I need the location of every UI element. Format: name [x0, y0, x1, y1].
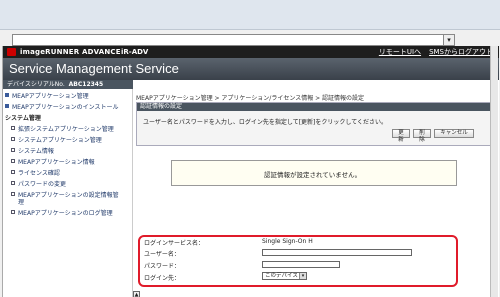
sidebar-item-system-info[interactable]: システム情報 [11, 146, 54, 155]
product-name: imageRUNNER ADVANCE [20, 48, 121, 56]
service-name-value: Single Sign-On H [262, 238, 313, 245]
model-name: iR-ADV [121, 48, 149, 56]
main-content: MEAPアプリケーション管理 > アプリケーション/ライセンス情報 > 認証情報… [133, 80, 499, 297]
bullet-icon [11, 192, 15, 196]
sidebar-section-label: システム管理 [5, 115, 41, 122]
back-to-top-icon[interactable]: ▲ [133, 291, 140, 297]
sidebar-item-system-app[interactable]: システムアプリケーション管理 [11, 135, 102, 144]
sidebar-item-label: システムアプリケーション管理 [18, 137, 102, 144]
bullet-icon [11, 170, 15, 174]
sidebar-item-label: MEAPアプリケーション管理 [12, 93, 89, 100]
browser-toolbar [0, 0, 500, 30]
password-label: パスワード： [144, 263, 181, 270]
bullet-icon [11, 137, 15, 141]
sidebar-item-meap-settings-cont[interactable]: 理 [18, 197, 24, 206]
auth-settings-panel: 認証情報の設定 ユーザー名とパスワードを入力し、ログイン先を指定して[更新]をク… [136, 102, 496, 146]
sidebar-item-label: MEAPアプリケーションの設定情報管 [18, 192, 119, 199]
update-button[interactable]: 更新 [392, 129, 410, 143]
device-serial-label: デバイスシリアルNo. [7, 81, 65, 88]
sidebar-item-meap-info[interactable]: MEAPアプリケーション情報 [11, 157, 95, 166]
sidebar-item-label: パスワードの変更 [18, 181, 67, 188]
login-dest-select[interactable]: このデバイス ▾ [262, 272, 307, 280]
sidebar-item-label: MEAPアプリケーションのログ管理 [18, 210, 113, 217]
sidebar-item-meap-log[interactable]: MEAPアプリケーションのログ管理 [11, 208, 113, 217]
bullet-icon [11, 159, 15, 163]
logout-link[interactable]: SMSからログアウト [429, 47, 493, 57]
chevron-down-icon: ▾ [299, 273, 306, 279]
remote-ui-link[interactable]: リモートUIへ [379, 47, 421, 57]
sidebar-item-label: システム情報 [18, 148, 54, 155]
username-label: ユーザー名： [144, 251, 180, 258]
username-field[interactable] [262, 249, 412, 256]
sidebar-item-label: MEAPアプリケーションのインストール [12, 104, 119, 111]
sidebar-section-system: システム管理 [5, 113, 41, 122]
sidebar-item-label: MEAPアプリケーション情報 [18, 159, 95, 166]
delete-button[interactable]: 削除 [413, 129, 431, 143]
service-header: Service Management Service [3, 58, 499, 80]
bullet-icon [5, 93, 9, 97]
notice-text: 認証情報が設定されていません。 [264, 171, 362, 179]
canon-logo-icon [7, 48, 16, 56]
device-serial-value: ABC12345 [68, 81, 104, 88]
sidebar: MEAPアプリケーション管理 MEAPアプリケーションのインストール システム管… [3, 89, 133, 297]
sidebar-item-meap-install[interactable]: MEAPアプリケーションのインストール [5, 102, 118, 111]
panel-title: 認証情報の設定 [137, 103, 495, 111]
login-dest-value: このデバイス [265, 273, 298, 279]
service-name-label: ログインサービス名： [144, 240, 205, 247]
address-bar[interactable] [12, 34, 455, 46]
sidebar-item-ext-system[interactable]: 拡張システムアプリケーション管理 [11, 124, 114, 133]
sidebar-item-license[interactable]: ライセンス確認 [11, 168, 60, 177]
breadcrumb: MEAPアプリケーション管理 > アプリケーション/ライセンス情報 > 認証情報… [136, 95, 365, 102]
credentials-form: ログインサービス名： Single Sign-On H ユーザー名： パスワード… [138, 235, 458, 287]
scrollbar[interactable] [490, 46, 498, 297]
bullet-icon [11, 126, 15, 130]
sidebar-item-meap-settings[interactable]: MEAPアプリケーションの設定情報管 [11, 190, 119, 199]
panel-instructions: ユーザー名とパスワードを入力し、ログイン先を指定して[更新]をクリックしてくださ… [143, 119, 388, 126]
status-notice: 認証情報が設定されていません。 [171, 160, 457, 186]
cancel-button[interactable]: キャンセル [434, 129, 474, 138]
sidebar-item-meap-management[interactable]: MEAPアプリケーション管理 [5, 91, 89, 100]
sidebar-item-label: 理 [18, 199, 25, 206]
bullet-icon [11, 148, 15, 152]
bullet-icon [11, 181, 15, 185]
bullet-icon [5, 104, 9, 108]
sidebar-item-password[interactable]: パスワードの変更 [11, 179, 66, 188]
chevron-down-icon[interactable]: ▾ [443, 34, 455, 46]
brand-bar: imageRUNNER ADVANCE iR-ADV リモートUIへ SMSから… [3, 46, 499, 58]
password-field[interactable] [262, 261, 340, 268]
device-serial-bar: デバイスシリアルNo. ABC12345 [3, 80, 133, 89]
login-dest-label: ログイン先： [144, 275, 181, 282]
bullet-icon [11, 210, 15, 214]
sidebar-item-label: ライセンス確認 [18, 170, 60, 177]
page-title: Service Management Service [9, 61, 179, 76]
page-frame: imageRUNNER ADVANCE iR-ADV リモートUIへ SMSから… [2, 46, 499, 297]
sidebar-item-label: 拡張システムアプリケーション管理 [18, 126, 114, 133]
